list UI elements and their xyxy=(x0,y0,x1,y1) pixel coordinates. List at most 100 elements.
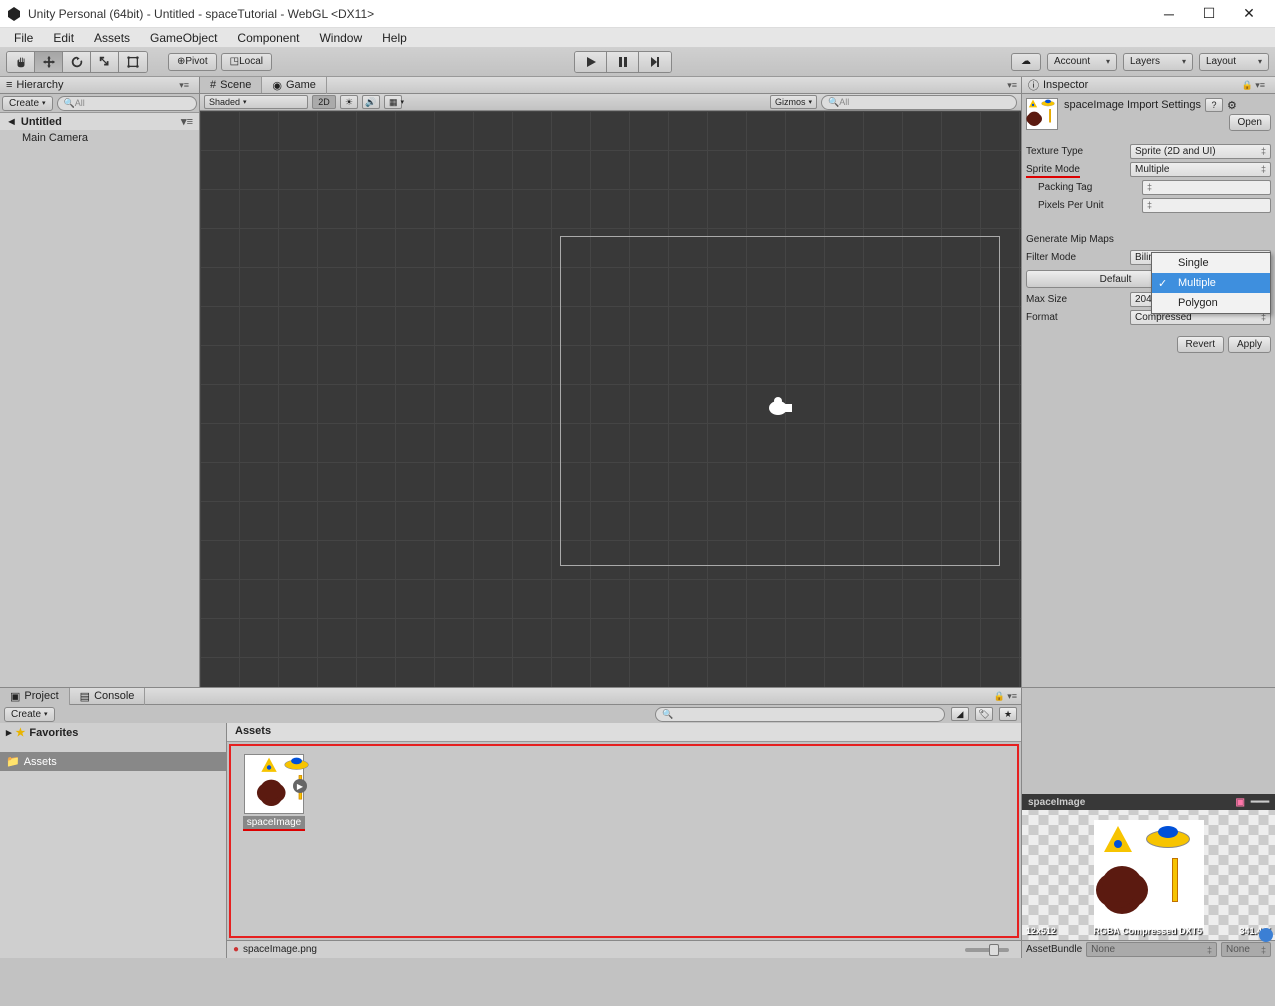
play-button[interactable] xyxy=(575,52,607,72)
rgb-icon[interactable]: ▣ xyxy=(1235,797,1244,808)
ppu-label: Pixels Per Unit xyxy=(1038,200,1138,211)
move-tool[interactable] xyxy=(35,52,63,72)
menu-file[interactable]: File xyxy=(4,29,43,47)
apply-button[interactable]: Apply xyxy=(1228,336,1271,353)
menu-window[interactable]: Window xyxy=(309,29,372,47)
scene-name: Untitled xyxy=(21,116,62,128)
expand-icon[interactable]: ▶ xyxy=(293,779,307,793)
check-icon: ✓ xyxy=(1158,277,1167,290)
local-toggle[interactable]: ◳ Local xyxy=(221,53,272,71)
menu-component[interactable]: Component xyxy=(227,29,309,47)
sprite-mode-option-single[interactable]: Single xyxy=(1152,253,1270,273)
scene-tab-label: Scene xyxy=(220,79,251,91)
packing-tag-label: Packing Tag xyxy=(1038,182,1138,193)
hierarchy-tab[interactable]: ≡Hierarchy▾≡ xyxy=(0,77,199,94)
lock-icon[interactable]: ▾≡ xyxy=(179,80,193,91)
audio-toggle[interactable]: 🔊 xyxy=(362,95,380,109)
mip-icon[interactable] xyxy=(1259,928,1273,942)
hand-tool[interactable] xyxy=(7,52,35,72)
window-maximize-button[interactable]: ☐ xyxy=(1189,0,1229,28)
pivot-toggle[interactable]: ⊕ Pivot xyxy=(168,53,217,71)
asset-thumbnail: ▶ xyxy=(244,754,304,814)
hierarchy-panel: ≡Hierarchy▾≡ Create 🔍All ◄Untitled▾≡ Mai… xyxy=(0,77,200,687)
rect-tool[interactable] xyxy=(119,52,147,72)
project-lock-icon[interactable]: 🔒 ▾≡ xyxy=(994,691,1021,702)
fx-dropdown[interactable]: ▦ xyxy=(384,95,402,109)
menu-assets[interactable]: Assets xyxy=(84,29,140,47)
menu-gameobject[interactable]: GameObject xyxy=(140,29,227,47)
hierarchy-item-label: Main Camera xyxy=(22,132,88,144)
inspector-lock-icon[interactable]: 🔒 ▾≡ xyxy=(1242,80,1269,91)
rotate-tool[interactable] xyxy=(63,52,91,72)
hierarchy-search[interactable]: 🔍All xyxy=(57,96,197,111)
pause-button[interactable] xyxy=(607,52,639,72)
sprite-mode-option-polygon[interactable]: Polygon xyxy=(1152,293,1270,313)
layout-label: Layout xyxy=(1206,56,1236,67)
help-icon[interactable]: ? xyxy=(1205,98,1223,112)
star-icon: ★ xyxy=(16,726,26,739)
hierarchy-list: ◄Untitled▾≡ Main Camera xyxy=(0,112,199,687)
step-button[interactable] xyxy=(639,52,671,72)
project-create-button[interactable]: Create xyxy=(4,707,55,722)
assets-folder-row[interactable]: 📁Assets xyxy=(0,752,226,771)
assets-breadcrumb[interactable]: Assets xyxy=(227,723,1021,742)
search-by-label-icon[interactable]: 🏷 xyxy=(975,707,993,721)
account-dropdown[interactable]: Account xyxy=(1047,53,1117,71)
assets-grid[interactable]: ▶ spaceImage xyxy=(229,744,1019,938)
hierarchy-icon: ≡ xyxy=(6,79,12,91)
project-tab[interactable]: ▣Project xyxy=(0,688,70,705)
hierarchy-create-button[interactable]: Create xyxy=(2,96,53,111)
gear-icon[interactable]: ⚙ xyxy=(1227,99,1237,112)
file-icon: ● xyxy=(233,944,239,955)
scene-viewport[interactable] xyxy=(200,111,1021,687)
scene-row[interactable]: ◄Untitled▾≡ xyxy=(0,113,199,130)
scale-tool[interactable] xyxy=(91,52,119,72)
open-button[interactable]: Open xyxy=(1229,114,1271,131)
preview-header[interactable]: spaceImage ▣ ━━━ xyxy=(1022,794,1275,810)
layers-dropdown[interactable]: Layers xyxy=(1123,53,1193,71)
console-tab[interactable]: ▤Console xyxy=(70,688,146,705)
search-by-type-icon[interactable]: ◢ xyxy=(951,707,969,721)
thumbnail-size-slider[interactable] xyxy=(965,948,1009,952)
texture-type-value: Sprite (2D and UI) xyxy=(1135,146,1216,157)
texture-type-label: Texture Type xyxy=(1026,146,1126,157)
transform-tools xyxy=(6,51,148,73)
window-minimize-button[interactable]: ─ xyxy=(1149,0,1189,28)
project-search[interactable]: 🔍 xyxy=(655,707,945,722)
texture-type-field[interactable]: Sprite (2D and UI) xyxy=(1130,144,1271,159)
local-icon: ◳ xyxy=(230,56,239,67)
2d-toggle[interactable]: 2D xyxy=(312,95,336,109)
favorites-row[interactable]: ▸★Favorites xyxy=(0,723,226,742)
revert-button[interactable]: Revert xyxy=(1177,336,1224,353)
sprite-mode-option-multiple[interactable]: ✓Multiple xyxy=(1152,273,1270,293)
scene-tab[interactable]: #Scene xyxy=(200,77,262,93)
cloud-button[interactable]: ☁ xyxy=(1011,53,1041,71)
project-statusbar: ● spaceImage.png xyxy=(227,940,1021,958)
scene-menu-icon[interactable]: ▾≡ xyxy=(181,115,193,128)
shading-dropdown[interactable]: Shaded xyxy=(204,95,308,109)
menu-edit[interactable]: Edit xyxy=(43,29,84,47)
gizmos-dropdown[interactable]: Gizmos xyxy=(770,95,817,109)
scene-search[interactable]: 🔍All xyxy=(821,95,1017,110)
packing-tag-field[interactable] xyxy=(1142,180,1271,195)
asset-item[interactable]: ▶ spaceImage xyxy=(239,754,309,831)
lighting-toggle[interactable]: ☀ xyxy=(340,95,358,109)
assetbundle-name-field[interactable]: None xyxy=(1086,942,1217,957)
scene-options-icon[interactable]: ▾≡ xyxy=(1007,80,1021,91)
window-close-button[interactable]: ✕ xyxy=(1229,0,1269,28)
ppu-field[interactable] xyxy=(1142,198,1271,213)
preview-viewport[interactable]: 12x512 RGBA Compressed DXT5 341.4 K xyxy=(1022,810,1275,940)
mipmaps-label: Generate Mip Maps xyxy=(1026,234,1126,245)
camera-gizmo-icon[interactable] xyxy=(768,396,796,416)
hierarchy-item[interactable]: Main Camera xyxy=(0,130,199,146)
play-controls xyxy=(574,51,672,73)
game-tab[interactable]: ◉Game xyxy=(262,77,327,94)
inspector-tab[interactable]: ⓘInspector🔒 ▾≡ xyxy=(1022,77,1275,94)
save-search-icon[interactable]: ★ xyxy=(999,707,1017,721)
sprite-mode-field[interactable]: Multiple xyxy=(1130,162,1271,177)
status-filename: spaceImage.png xyxy=(243,944,317,955)
layout-dropdown[interactable]: Layout xyxy=(1199,53,1269,71)
alpha-icon[interactable]: ━━━ xyxy=(1251,797,1269,808)
menu-help[interactable]: Help xyxy=(372,29,417,47)
assetbundle-variant-field[interactable]: None xyxy=(1221,942,1271,957)
